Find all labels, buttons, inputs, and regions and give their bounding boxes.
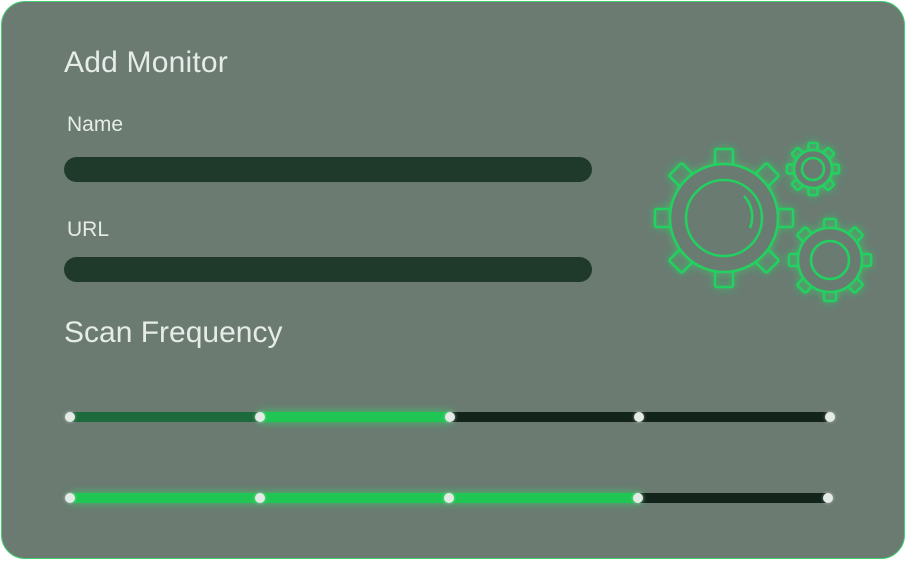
slider-range-start-handle[interactable] — [255, 412, 265, 422]
form-title: Add Monitor — [64, 46, 228, 79]
slider-stop[interactable] — [823, 493, 833, 503]
slider-range-end-handle[interactable] — [445, 412, 455, 422]
slider-stop[interactable] — [825, 412, 835, 422]
slider-stop[interactable] — [65, 412, 75, 422]
slider-stop[interactable] — [444, 493, 454, 503]
url-input[interactable] — [64, 257, 592, 282]
scan-frequency-title: Scan Frequency — [64, 316, 283, 349]
scan-frequency-range-slider[interactable] — [62, 407, 842, 427]
slider-fill — [70, 493, 640, 503]
gears-icon — [642, 132, 882, 312]
scan-frequency-slider[interactable] — [62, 488, 842, 508]
add-monitor-card: Add Monitor Name URL Scan Frequency — [1, 1, 905, 559]
name-input[interactable] — [64, 157, 592, 182]
slider-stop[interactable] — [255, 493, 265, 503]
slider-selected-range — [260, 412, 450, 422]
name-label: Name — [67, 113, 124, 136]
slider-stop[interactable] — [634, 412, 644, 422]
url-label: URL — [67, 218, 110, 241]
slider-stop[interactable] — [65, 493, 75, 503]
slider-handle[interactable] — [633, 493, 643, 503]
slider-track-inactive-fill — [70, 412, 260, 422]
